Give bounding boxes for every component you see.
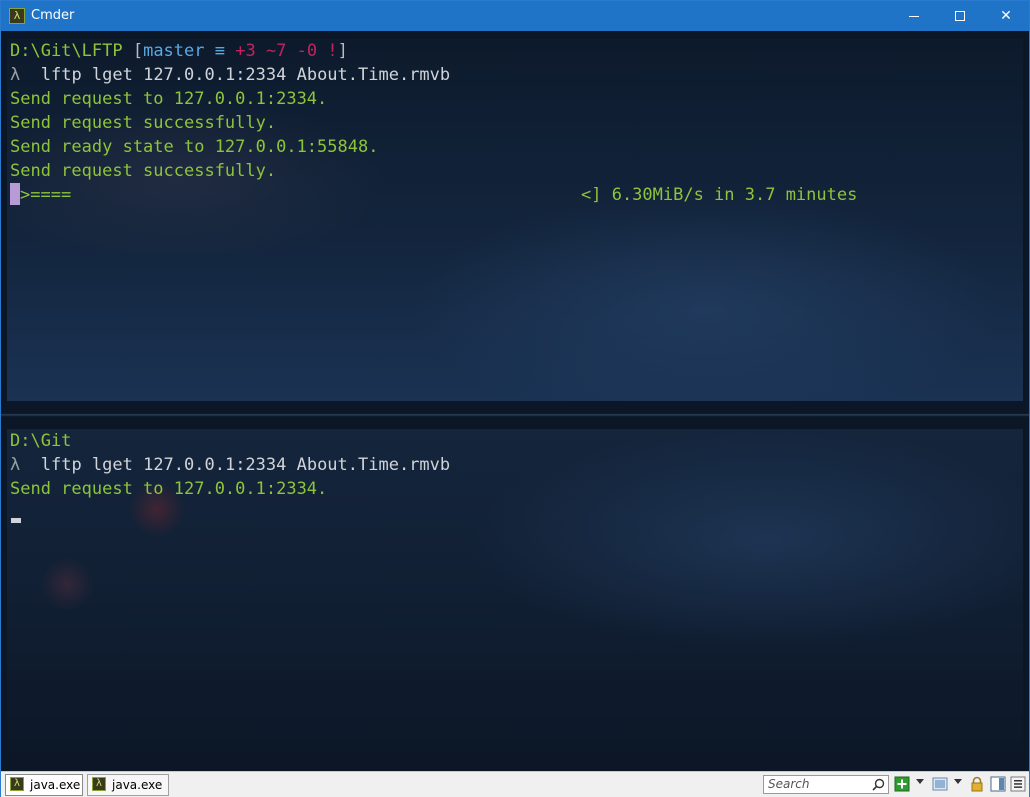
layout-icon[interactable] [990, 776, 1006, 792]
output-line: Send request to 127.0.0.1:2334. [10, 89, 328, 109]
git-deleted-count: -0 [286, 41, 318, 61]
command-line: λ lftp lget 127.0.0.1:2334 About.Time.rm… [10, 453, 450, 477]
output-line: Send request successfully. [10, 161, 277, 181]
prompt-path: D:\Git\LFTP [10, 41, 123, 61]
cmder-lambda-icon: λ [92, 777, 106, 791]
search-icon [872, 778, 885, 791]
cmder-window: λ Cmder ✕ D:\Git\LFTP [master ≡ +3 ~7 -0… [0, 0, 1030, 797]
command-text: lftp lget 127.0.0.1:2334 About.Time.rmvb [40, 455, 451, 475]
menu-icon[interactable] [1010, 776, 1026, 792]
git-sync-indicator: ≡ [204, 41, 236, 61]
command-line: λ lftp lget 127.0.0.1:2334 About.Time.rm… [10, 63, 450, 87]
view-icon[interactable] [932, 776, 948, 792]
git-bracket-close: ] [337, 41, 348, 61]
dropdown-icon[interactable] [954, 779, 962, 784]
progress-bar-text: >==== [20, 185, 72, 205]
prompt-line: D:\Git\LFTP [master ≡ +3 ~7 -0 !] [10, 39, 348, 63]
git-branch: master [143, 41, 205, 61]
console-tab[interactable]: λ java.exe [87, 774, 169, 796]
window-title: Cmder [31, 8, 75, 23]
minimize-button[interactable] [891, 1, 937, 31]
prompt-path: D:\Git [10, 431, 72, 451]
status-bar: λ java.exe λ java.exe Search [1, 771, 1029, 797]
output-line: Send request to 127.0.0.1:2334. [10, 479, 328, 499]
git-conflict-flag: ! [317, 41, 338, 61]
maximize-button[interactable] [937, 1, 983, 31]
text-cursor [10, 183, 20, 205]
search-input[interactable]: Search [763, 775, 889, 794]
maximize-icon [955, 11, 965, 21]
output-line: Send ready state to 127.0.0.1:55848. [10, 137, 379, 157]
git-added-count: +3 [235, 41, 256, 61]
output-line: Send request successfully. [10, 113, 277, 133]
lock-icon[interactable] [969, 776, 985, 792]
text-cursor [11, 518, 21, 523]
git-modified-count: ~7 [255, 41, 287, 61]
command-text: lftp lget 127.0.0.1:2334 About.Time.rmvb [40, 65, 451, 85]
close-button[interactable]: ✕ [983, 1, 1029, 31]
minimize-icon [909, 16, 919, 17]
search-placeholder: Search [768, 777, 810, 791]
console-pane-bottom[interactable]: D:\Git λ lftp lget 127.0.0.1:2334 About.… [7, 429, 1023, 765]
lambda-prompt-icon: λ [10, 455, 21, 475]
console-pane-top[interactable]: D:\Git\LFTP [master ≡ +3 ~7 -0 !] λ lftp… [7, 39, 1023, 401]
console-tab-label: java.exe [112, 778, 163, 792]
progress-status: <] 6.30MiB/s in 3.7 minutes [581, 185, 858, 205]
pane-splitter[interactable] [1, 401, 1029, 429]
lambda-prompt-icon: λ [10, 65, 21, 85]
new-console-icon[interactable] [894, 776, 910, 792]
dropdown-icon[interactable] [916, 779, 924, 784]
console-tab[interactable]: λ java.exe [5, 774, 83, 796]
title-bar[interactable]: λ Cmder ✕ [1, 1, 1029, 31]
close-icon: ✕ [1000, 8, 1012, 24]
progress-line: >==== [10, 183, 71, 207]
cmder-lambda-icon: λ [9, 8, 25, 24]
cmder-lambda-icon: λ [10, 777, 24, 791]
console-tab-label: java.exe [30, 778, 81, 792]
git-bracket-open: [ [122, 41, 144, 61]
